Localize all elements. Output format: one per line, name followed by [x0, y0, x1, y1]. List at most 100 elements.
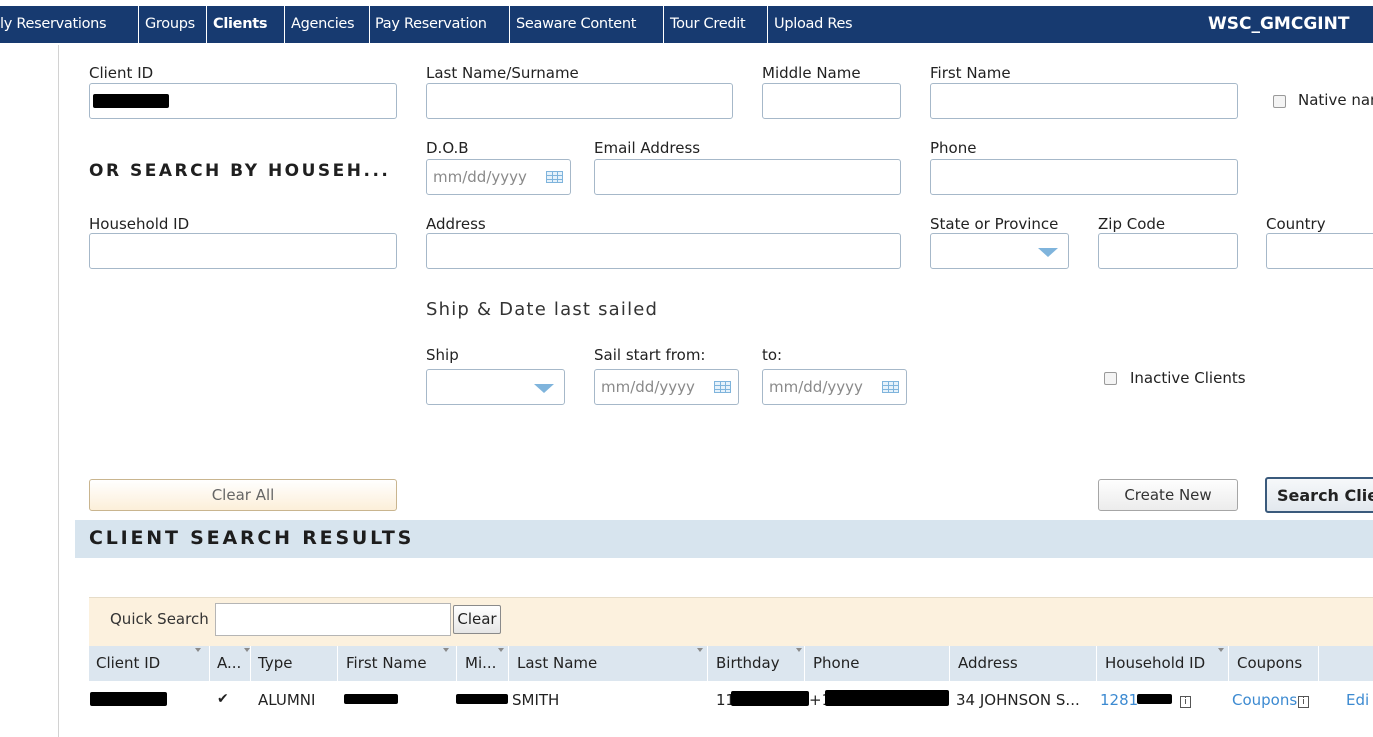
address-input[interactable] — [426, 233, 901, 269]
nav-separator — [284, 6, 285, 43]
phone-input[interactable] — [930, 159, 1238, 195]
inactive-clients-checkbox[interactable] — [1104, 372, 1117, 385]
household-id-link[interactable]: 1281 — [1100, 691, 1138, 709]
search-clients-button[interactable]: Search Clients — [1265, 477, 1373, 513]
nav-separator — [767, 6, 768, 43]
ship-label: Ship — [426, 346, 459, 364]
col-birthday[interactable]: Birthday — [716, 654, 780, 672]
col-middle-name[interactable]: Mi... — [465, 654, 496, 672]
chevron-down-icon — [534, 384, 554, 393]
column-divider — [1228, 646, 1229, 681]
nav-upload-res[interactable]: Upload Res — [774, 6, 853, 43]
calendar-icon[interactable] — [882, 381, 899, 393]
column-divider — [804, 646, 805, 681]
create-new-button[interactable]: Create New — [1098, 479, 1238, 511]
col-household-id[interactable]: Household ID — [1105, 654, 1205, 672]
column-divider — [949, 646, 950, 681]
household-id-input[interactable] — [89, 233, 397, 269]
nav-separator — [509, 6, 510, 43]
nav-separator — [138, 6, 139, 43]
col-phone[interactable]: Phone — [813, 654, 859, 672]
ship-section-heading: Ship & Date last sailed — [426, 299, 659, 320]
native-names-label: Native names — [1298, 91, 1373, 109]
quick-search-clear-button[interactable]: Clear — [453, 605, 501, 634]
col-client-id[interactable]: Client ID — [96, 654, 160, 672]
current-user-label[interactable]: WSC_GMCGINT — [1208, 6, 1349, 43]
middle-name-label: Middle Name — [762, 64, 861, 82]
col-last-name[interactable]: Last Name — [517, 654, 597, 672]
redacted-middle-name — [456, 694, 508, 704]
redacted-birthday — [731, 691, 809, 706]
calendar-icon[interactable] — [546, 171, 563, 183]
cell-type: ALUMNI — [258, 691, 316, 709]
sail-end-placeholder: mm/dd/yyyy — [769, 378, 863, 396]
zip-label: Zip Code — [1098, 215, 1166, 233]
col-address[interactable]: Address — [958, 654, 1018, 672]
col-first-name[interactable]: First Name — [346, 654, 427, 672]
cell-last-name: SMITH — [512, 691, 560, 709]
dob-placeholder: mm/dd/yyyy — [433, 168, 527, 186]
col-active[interactable]: A... — [217, 654, 241, 672]
sort-indicator-icon — [244, 648, 250, 652]
zip-input[interactable] — [1098, 233, 1238, 269]
calendar-icon[interactable] — [714, 381, 731, 393]
results-title: CLIENT SEARCH RESULTS — [89, 527, 415, 549]
column-divider — [1318, 646, 1319, 681]
sort-indicator-icon — [498, 648, 504, 652]
chevron-down-icon — [1038, 248, 1058, 257]
col-coupons[interactable]: Coupons — [1237, 654, 1302, 672]
edit-link[interactable]: Edi — [1346, 691, 1369, 709]
quick-search-input[interactable] — [215, 603, 451, 636]
email-input[interactable] — [594, 159, 901, 195]
sort-indicator-icon — [796, 648, 802, 652]
sort-indicator-icon — [443, 648, 449, 652]
household-search-heading: OR SEARCH BY HOUSEH... — [89, 161, 391, 181]
nav-pay-reservation[interactable]: Pay Reservation — [375, 6, 487, 43]
sail-start-label: Sail start from: — [594, 346, 706, 364]
nav-seaware-content[interactable]: Seaware Content — [516, 6, 636, 43]
nav-groups[interactable]: Groups — [145, 6, 195, 43]
address-label: Address — [426, 215, 486, 233]
household-id-label: Household ID — [89, 215, 190, 233]
top-nav: ly Reservations Groups Clients Agencies … — [0, 6, 1373, 43]
coupons-link[interactable]: Coupons — [1232, 691, 1297, 709]
first-name-label: First Name — [930, 64, 1011, 82]
last-name-input[interactable] — [426, 83, 733, 119]
redacted-household-id — [1137, 694, 1172, 704]
middle-name-input[interactable] — [762, 83, 901, 119]
info-icon[interactable]: i — [1176, 691, 1191, 709]
sail-end-input[interactable]: mm/dd/yyyy — [762, 369, 907, 405]
coupons-info-icon[interactable]: i — [1298, 691, 1309, 709]
nav-tour-credit[interactable]: Tour Credit — [670, 6, 746, 43]
nav-separator — [369, 6, 370, 43]
column-divider — [1096, 646, 1097, 681]
state-select[interactable] — [930, 233, 1069, 269]
column-divider — [707, 646, 708, 681]
redacted-client-id — [90, 692, 167, 706]
sort-indicator-icon — [1218, 648, 1224, 652]
last-name-label: Last Name/Surname — [426, 64, 579, 82]
cell-address: 34 JOHNSON S... — [956, 691, 1080, 709]
active-check-icon: ✔ — [217, 691, 229, 707]
clear-all-button[interactable]: Clear All — [89, 479, 397, 511]
nav-reservations[interactable]: ly Reservations — [0, 6, 107, 43]
ship-select[interactable] — [426, 369, 565, 405]
country-select[interactable] — [1266, 233, 1373, 269]
native-names-checkbox[interactable] — [1273, 95, 1286, 108]
column-divider — [337, 646, 338, 681]
nav-agencies[interactable]: Agencies — [291, 6, 355, 43]
first-name-input[interactable] — [930, 83, 1238, 119]
column-divider — [250, 646, 251, 681]
col-type[interactable]: Type — [258, 654, 292, 672]
to-label: to: — [762, 346, 783, 364]
redacted-first-name — [344, 694, 398, 704]
client-id-label: Client ID — [89, 64, 154, 82]
phone-label: Phone — [930, 139, 977, 157]
client-id-input[interactable] — [89, 83, 397, 119]
sail-start-placeholder: mm/dd/yyyy — [601, 378, 695, 396]
nav-clients[interactable]: Clients — [213, 6, 268, 43]
column-divider — [508, 646, 509, 681]
dob-input[interactable]: mm/dd/yyyy — [426, 159, 571, 195]
sail-start-input[interactable]: mm/dd/yyyy — [594, 369, 739, 405]
email-label: Email Address — [594, 139, 701, 157]
